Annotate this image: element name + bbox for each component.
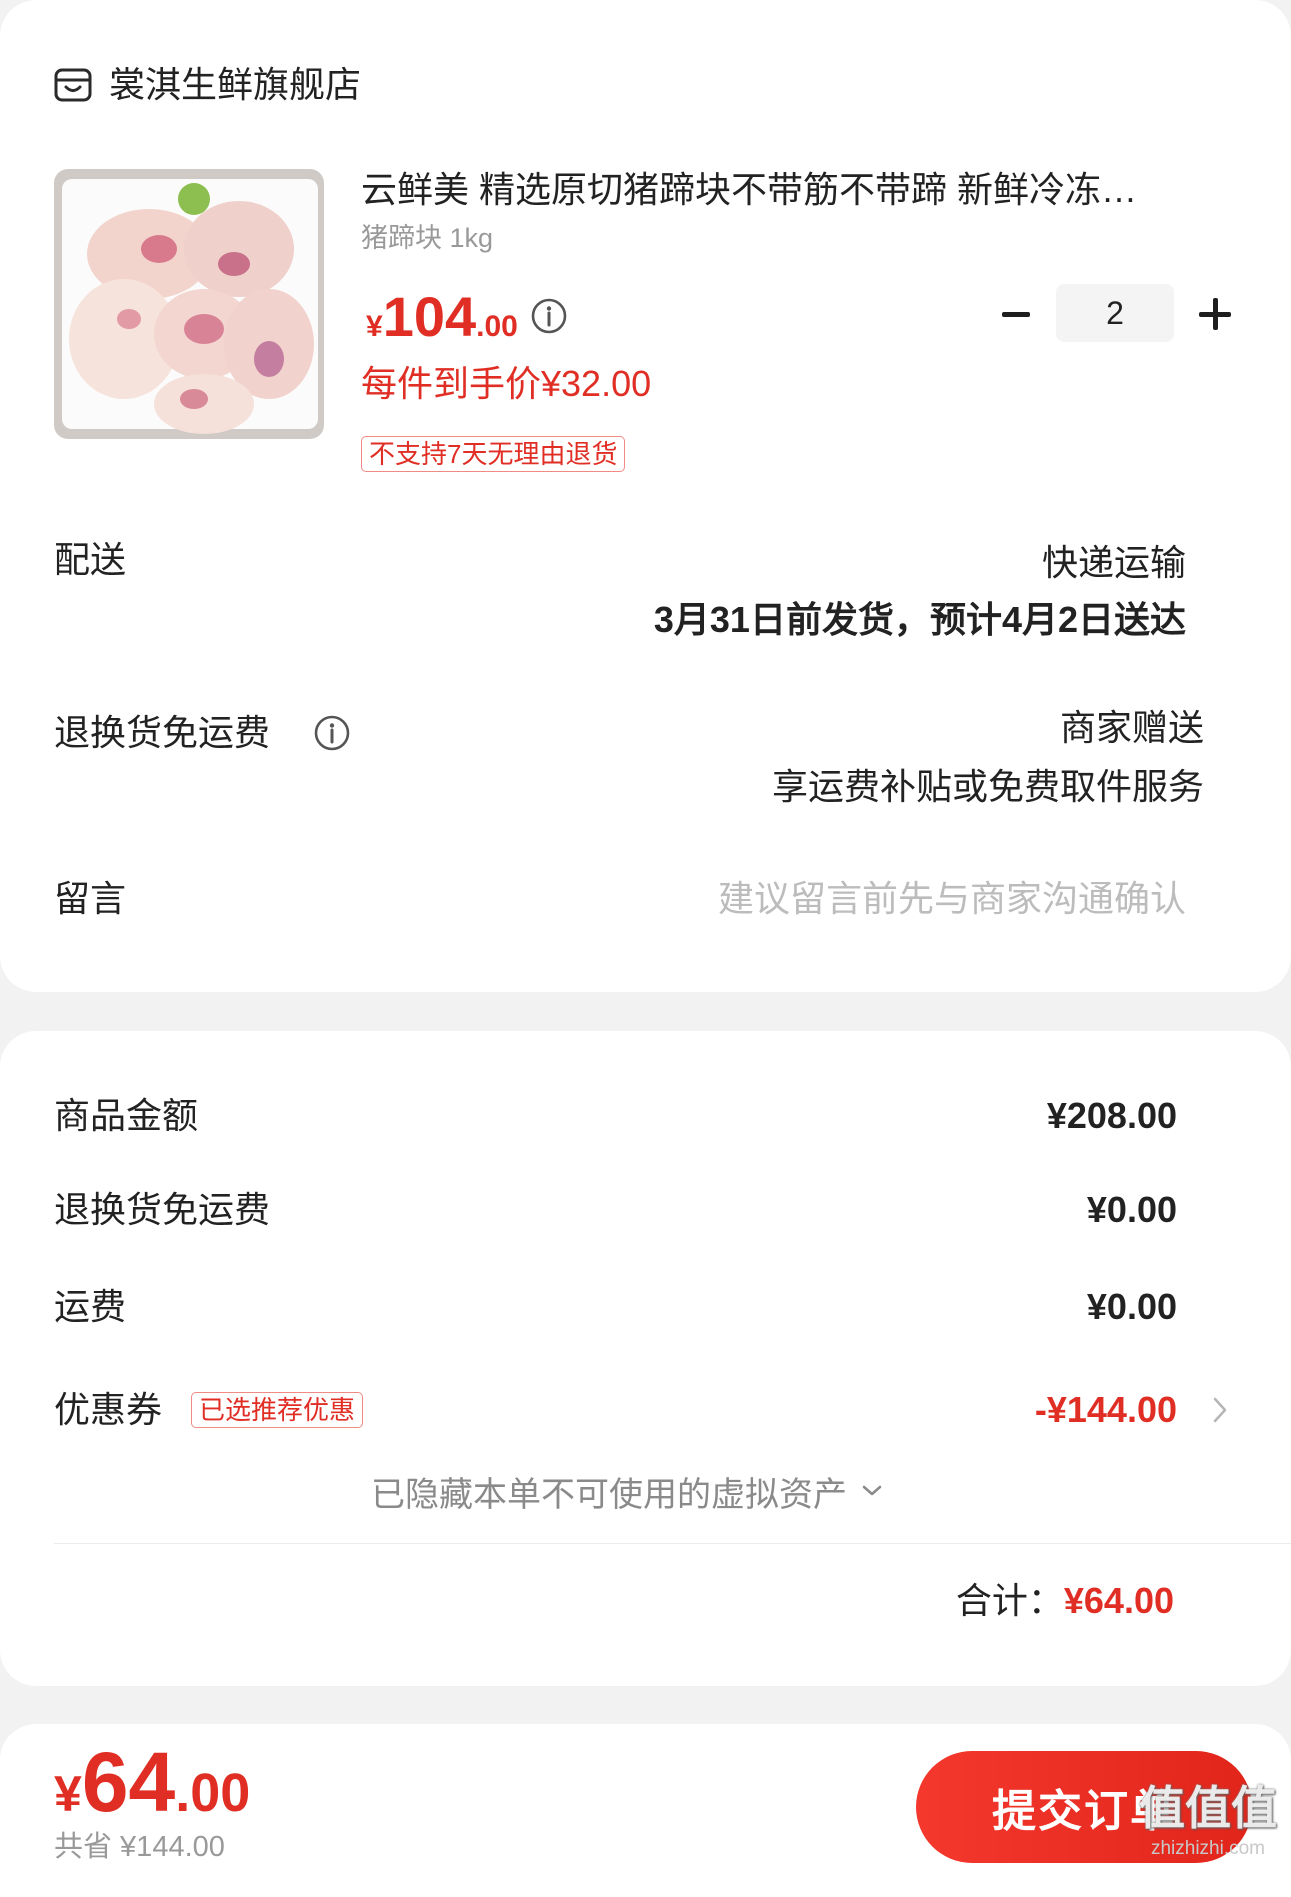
product-image[interactable] [54,169,324,439]
total-value: ¥64.00 [1063,1580,1174,1621]
store-icon [54,68,92,102]
product-spec[interactable]: 猪蹄块 1kg [361,220,493,256]
return-shipping-label: 退换货免运费 [54,712,271,753]
info-icon[interactable] [313,714,351,752]
plus-icon-vertical [1212,298,1218,330]
hidden-assets-text: 已隐藏本单不可使用的虚拟资产 [371,1475,847,1514]
product-price: ¥ 104 .00 [366,286,518,348]
delivery-eta: 3月31日前发货，预计4月2日送达 [653,599,1186,640]
message-label: 留言 [54,878,127,919]
summary-row-label: 商品金额 [54,1095,199,1136]
summary-row-value: ¥208.00 [1046,1095,1177,1136]
minus-icon[interactable] [1002,312,1030,317]
delivery-label: 配送 [54,539,127,580]
quantity-value[interactable]: 2 [1056,284,1174,342]
footer-price-decimal: .00 [175,1763,251,1823]
message-input[interactable] [466,874,1186,924]
summary-divider [54,1543,1291,1544]
no-return-badge: 不支持7天无理由退货 [361,436,626,472]
price-integer: 104 [382,285,477,348]
summary-row-label: 退换货免运费 [54,1189,271,1230]
delivery-method[interactable]: 快递运输 [1042,538,1186,588]
order-item-card [0,0,1291,992]
product-title[interactable]: 云鲜美 精选原切猪蹄块不带筋不带蹄 新鲜冷冻… [361,165,1231,215]
coupon-badge: 已选推荐优惠 [191,1392,364,1428]
footer-saved: 共省 ¥144.00 [54,1831,225,1863]
watermark-site: zhizhizhi.com [1150,1838,1266,1859]
price-decimal: .00 [476,310,518,343]
chevron-down-icon [862,1485,882,1496]
summary-row-value: ¥0.00 [1086,1189,1177,1230]
total-label: 合计： [955,1580,1064,1621]
coupon-label[interactable]: 优惠券 [54,1385,162,1435]
watermark-glyphs: 值值值 [1139,1782,1277,1834]
summary-row-label: 运费 [54,1286,127,1327]
store-name[interactable]: 裳淇生鲜旗舰店 [109,60,361,110]
return-shipping-desc: 享运费补贴或免费取件服务 [771,766,1204,807]
hidden-assets-toggle[interactable]: 已隐藏本单不可使用的虚拟资产 [371,1466,883,1516]
price-currency: ¥ [366,310,383,343]
chevron-right-icon[interactable] [1212,1396,1228,1424]
footer-price: ¥ 64 .00 [54,1736,250,1828]
footer-price-currency: ¥ [54,1766,82,1822]
unit-price: 每件到手价¥32.00 [361,363,652,404]
plus-icon[interactable] [1199,298,1231,330]
return-shipping-value: 商家赠送 [1059,707,1204,748]
watermark: 值值值 zhizhizhi.com [1133,1780,1283,1862]
total-row: 合计：¥64.00 [956,1576,1174,1626]
footer-price-integer: 64 [81,1735,176,1829]
coupon-value[interactable]: -¥144.00 [1035,1385,1177,1435]
info-icon[interactable] [530,297,568,335]
summary-row-value: ¥0.00 [1086,1286,1177,1327]
